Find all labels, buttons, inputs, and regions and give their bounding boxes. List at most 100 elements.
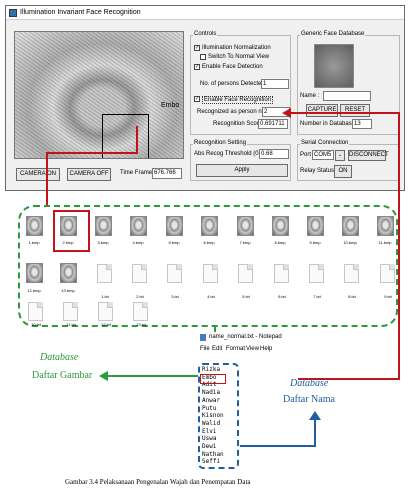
face-image-thumbnail[interactable] — [237, 216, 254, 236]
arrow-face-left — [46, 152, 138, 154]
name-input[interactable] — [323, 91, 371, 101]
name-list-item: Kisnon — [202, 412, 224, 420]
text-file-icon[interactable] — [344, 264, 359, 283]
selected-name-highlight — [200, 374, 226, 384]
illumination-normalization-label: Illumination Normalization — [202, 45, 271, 51]
name-list-item: Anwar — [202, 396, 221, 404]
face-image-thumbnail[interactable] — [377, 216, 394, 236]
notepad-menu-item[interactable]: View — [246, 346, 259, 352]
text-file-icon[interactable] — [380, 264, 395, 283]
switch-normal-view-checkbox[interactable] — [200, 54, 206, 60]
camera-off-button[interactable]: CAMERA OFF — [67, 168, 111, 181]
file-name-label: 3.txt — [171, 294, 179, 299]
apply-button[interactable]: Apply — [196, 164, 288, 177]
name-list-item: Uswa — [202, 435, 217, 443]
persons-detected-label: No. of persons Detected : — [200, 81, 269, 87]
relay-status-button[interactable]: ON — [334, 165, 352, 178]
face-image-thumbnail[interactable] — [166, 216, 183, 236]
name-list-item: Rizka — [202, 366, 221, 373]
file-name-label: 1.bmp — [28, 240, 40, 245]
illumination-normalization-checkbox[interactable]: ✓ — [194, 45, 200, 51]
file-name-label: 3.bmp — [97, 240, 109, 245]
reset-button[interactable]: RESET — [340, 104, 370, 117]
window-title: Illumination Invariant Face Recognition — [20, 9, 141, 16]
face-image-thumbnail[interactable] — [307, 216, 324, 236]
face-image-thumbnail[interactable] — [60, 263, 77, 283]
text-file-icon[interactable] — [167, 264, 182, 283]
video-preview: Embo — [14, 31, 184, 159]
enable-face-recognition-checkbox[interactable]: ✓ — [194, 96, 200, 102]
face-image-thumbnail[interactable] — [26, 216, 43, 236]
file-name-label: 5.txt — [242, 294, 250, 299]
notepad-menu-item[interactable]: Help — [260, 346, 272, 352]
port-select[interactable]: COM5 — [312, 150, 334, 160]
name-label: Name : — [300, 93, 320, 99]
face-image-thumbnail[interactable] — [342, 216, 359, 236]
captured-face-preview — [314, 44, 354, 88]
file-name-label: 7.txt — [313, 294, 321, 299]
arrow-head-red — [282, 108, 291, 118]
recognition-setting-title: Recognition Setting — [193, 140, 248, 146]
arrow-face-down — [136, 126, 138, 154]
enable-face-detection-label: Enable Face Detection — [202, 64, 263, 70]
notepad-menu-item[interactable]: File — [200, 346, 210, 352]
daftar-nama-label: Daftar Nama — [283, 394, 335, 405]
text-file-icon[interactable] — [238, 264, 253, 283]
blue-arrow-horizontal — [240, 445, 316, 447]
name-list-item: Walid — [202, 419, 221, 427]
file-name-label: 4.bmp — [132, 240, 144, 245]
file-name-label: 6.bmp — [203, 240, 215, 245]
title-bar: Illumination Invariant Face Recognition — [6, 6, 404, 20]
face-image-thumbnail[interactable] — [272, 216, 289, 236]
switch-normal-view-label: Switch To Normal View — [208, 54, 270, 60]
enable-face-detection-checkbox[interactable]: ✓ — [194, 64, 200, 70]
port-label: Port — [300, 152, 312, 158]
threshold-label: Abs Recog Threshold (0-1): — [194, 151, 268, 157]
arrow-face-down-2 — [46, 152, 48, 206]
text-file-icon[interactable] — [274, 264, 289, 283]
camera-on-button[interactable]: CAMERA ON — [16, 168, 60, 181]
text-file-icon[interactable] — [203, 264, 218, 283]
notepad-menu-item[interactable]: Edit — [212, 346, 222, 352]
arrow-vertical-right — [398, 112, 400, 380]
file-name-label: 12.bmp — [27, 288, 41, 293]
face-image-thumbnail[interactable] — [130, 216, 147, 236]
number-in-database-label: Number in Database : — [300, 121, 359, 127]
serial-connection-title: Serial Connection — [300, 140, 350, 146]
file-name-label: 4.txt — [207, 294, 215, 299]
name-list-item: Putu — [202, 404, 217, 412]
face-image-thumbnail[interactable] — [201, 216, 218, 236]
file-name-label: 9.bmp — [309, 240, 321, 245]
generic-database-title: Generic Face Database — [300, 31, 366, 37]
arrow-horizontal-top — [291, 112, 400, 114]
capture-button[interactable]: CAPTURE — [306, 104, 338, 117]
text-file-icon[interactable] — [98, 302, 113, 321]
file-name-label: 6.txt — [278, 294, 286, 299]
face-image-thumbnail[interactable] — [26, 263, 43, 283]
text-file-icon[interactable] — [133, 302, 148, 321]
face-image-thumbnail[interactable] — [60, 216, 77, 236]
notepad-menu-item[interactable]: Format — [226, 346, 245, 352]
threshold-input[interactable]: 0.68 — [259, 149, 289, 159]
text-file-icon[interactable] — [309, 264, 324, 283]
green-arrow-head — [99, 371, 108, 381]
text-file-icon[interactable] — [63, 302, 78, 321]
daftar-gambar-label: Daftar Gambar — [32, 370, 93, 381]
relay-status-label: Relay Status: — [300, 168, 336, 174]
text-file-icon[interactable] — [97, 264, 112, 283]
name-list-item: Seffi — [202, 458, 221, 466]
file-name-label: 13.bmp — [61, 288, 75, 293]
text-file-icon[interactable] — [28, 302, 43, 321]
text-file-icon[interactable] — [132, 264, 147, 283]
controls-title: Controls — [193, 31, 218, 37]
number-in-database-field: 13 — [352, 119, 372, 129]
file-name-label: 12.txt — [101, 322, 111, 327]
notepad-icon — [200, 334, 206, 341]
file-name-label: 2.bmp — [62, 240, 74, 245]
persons-detected-field: 1 — [261, 79, 289, 89]
face-image-thumbnail[interactable] — [95, 216, 112, 236]
app-icon — [9, 9, 17, 17]
port-dropdown-icon[interactable]: ⌄ — [335, 150, 345, 161]
disconnect-button[interactable]: DISCONNECT — [348, 150, 389, 161]
name-list-item: Nadia — [202, 389, 221, 397]
